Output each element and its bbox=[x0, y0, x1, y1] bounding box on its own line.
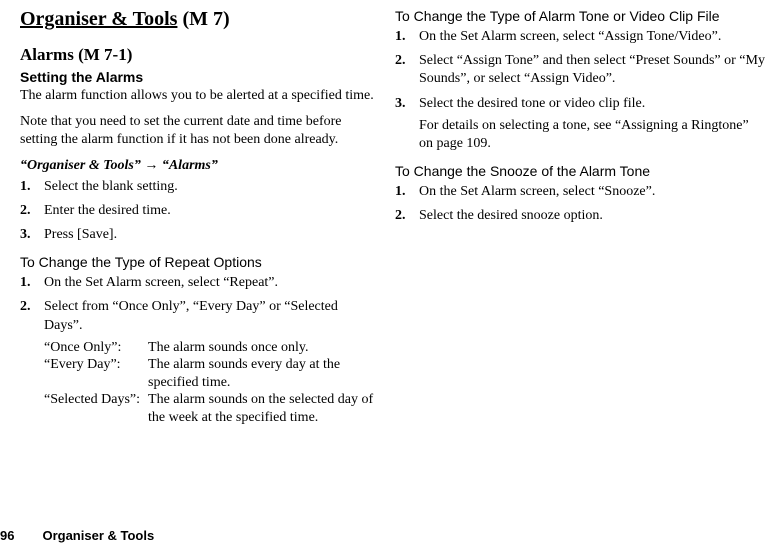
list-item: 1.On the Set Alarm screen, select “Repea… bbox=[20, 274, 375, 292]
step-text: Press [Save]. bbox=[44, 226, 375, 244]
step-text: On the Set Alarm screen, select “Snooze”… bbox=[419, 183, 765, 201]
step-text: Select “Assign Tone” and then select “Pr… bbox=[419, 52, 765, 88]
right-column: To Change the Type of Alarm Tone or Vide… bbox=[395, 8, 765, 432]
title-main: Organiser & Tools bbox=[20, 8, 177, 30]
list-item: 2. Select from “Once Only”, “Every Day” … bbox=[20, 298, 375, 426]
option-description: The alarm sounds on the selected day of … bbox=[148, 391, 375, 426]
repeat-steps-list: 1.On the Set Alarm screen, select “Repea… bbox=[20, 274, 375, 426]
menu-path-part-a: “Organiser & Tools” bbox=[20, 158, 141, 173]
option-label: “Once Only”: bbox=[44, 339, 148, 357]
step-body: Select the desired tone or video clip fi… bbox=[419, 95, 765, 154]
step-text: Select from “Once Only”, “Every Day” or … bbox=[44, 299, 338, 332]
table-row: “Once Only”: The alarm sounds once only. bbox=[44, 339, 375, 357]
step-number: 1. bbox=[20, 178, 44, 196]
page-title: Organiser & Tools (M 7) bbox=[20, 8, 375, 31]
step-number: 2. bbox=[395, 52, 419, 88]
heading-snooze: To Change the Snooze of the Alarm Tone bbox=[395, 163, 765, 179]
table-row: “Every Day”: The alarm sounds every day … bbox=[44, 356, 375, 391]
intro-paragraph-1: The alarm function allows you to be aler… bbox=[20, 87, 375, 105]
footer-title: Organiser & Tools bbox=[42, 528, 154, 543]
step-number: 1. bbox=[395, 28, 419, 46]
step-text: Select the blank setting. bbox=[44, 178, 375, 196]
list-item: 1.Select the blank setting. bbox=[20, 178, 375, 196]
left-column: Organiser & Tools (M 7) Alarms (M 7-1) S… bbox=[20, 8, 375, 432]
step-number: 3. bbox=[20, 226, 44, 244]
list-item: 1.On the Set Alarm screen, select “Snooz… bbox=[395, 183, 765, 201]
heading-tone-video: To Change the Type of Alarm Tone or Vide… bbox=[395, 8, 765, 24]
section-alarms: Alarms (M 7-1) bbox=[20, 45, 375, 65]
step-text: Select the desired tone or video clip fi… bbox=[419, 96, 645, 111]
footer: 96 Organiser & Tools bbox=[0, 528, 154, 543]
setting-steps-list: 1.Select the blank setting. 2.Enter the … bbox=[20, 178, 375, 245]
list-item: 3.Press [Save]. bbox=[20, 226, 375, 244]
title-code: (M 7) bbox=[177, 8, 229, 30]
list-item: 2.Select “Assign Tone” and then select “… bbox=[395, 52, 765, 88]
step-number: 2. bbox=[395, 207, 419, 225]
step-sub-text: For details on selecting a tone, see “As… bbox=[419, 117, 765, 153]
heading-setting-alarms: Setting the Alarms bbox=[20, 69, 375, 85]
arrow-icon: → bbox=[141, 158, 162, 173]
step-number: 2. bbox=[20, 202, 44, 220]
list-item: 2.Enter the desired time. bbox=[20, 202, 375, 220]
heading-repeat-options: To Change the Type of Repeat Options bbox=[20, 254, 375, 270]
tone-steps-list: 1.On the Set Alarm screen, select “Assig… bbox=[395, 28, 765, 153]
menu-path-part-b: “Alarms” bbox=[162, 158, 218, 173]
step-text: On the Set Alarm screen, select “Repeat”… bbox=[44, 274, 375, 292]
intro-paragraph-2: Note that you need to set the current da… bbox=[20, 113, 375, 149]
page-number: 96 bbox=[0, 528, 14, 543]
repeat-options-table: “Once Only”: The alarm sounds once only.… bbox=[44, 339, 375, 427]
step-text: Select the desired snooze option. bbox=[419, 207, 765, 225]
step-text: On the Set Alarm screen, select “Assign … bbox=[419, 28, 765, 46]
step-number: 1. bbox=[395, 183, 419, 201]
step-number: 2. bbox=[20, 298, 44, 426]
table-row: “Selected Days”: The alarm sounds on the… bbox=[44, 391, 375, 426]
option-description: The alarm sounds every day at the specif… bbox=[148, 356, 375, 391]
option-label: “Selected Days”: bbox=[44, 391, 148, 426]
step-body: Select from “Once Only”, “Every Day” or … bbox=[44, 298, 375, 426]
list-item: 3. Select the desired tone or video clip… bbox=[395, 95, 765, 154]
step-number: 1. bbox=[20, 274, 44, 292]
step-number: 3. bbox=[395, 95, 419, 154]
menu-path: “Organiser & Tools” → “Alarms” bbox=[20, 158, 375, 174]
option-label: “Every Day”: bbox=[44, 356, 148, 391]
list-item: 2.Select the desired snooze option. bbox=[395, 207, 765, 225]
option-description: The alarm sounds once only. bbox=[148, 339, 375, 357]
list-item: 1.On the Set Alarm screen, select “Assig… bbox=[395, 28, 765, 46]
step-text: Enter the desired time. bbox=[44, 202, 375, 220]
snooze-steps-list: 1.On the Set Alarm screen, select “Snooz… bbox=[395, 183, 765, 225]
